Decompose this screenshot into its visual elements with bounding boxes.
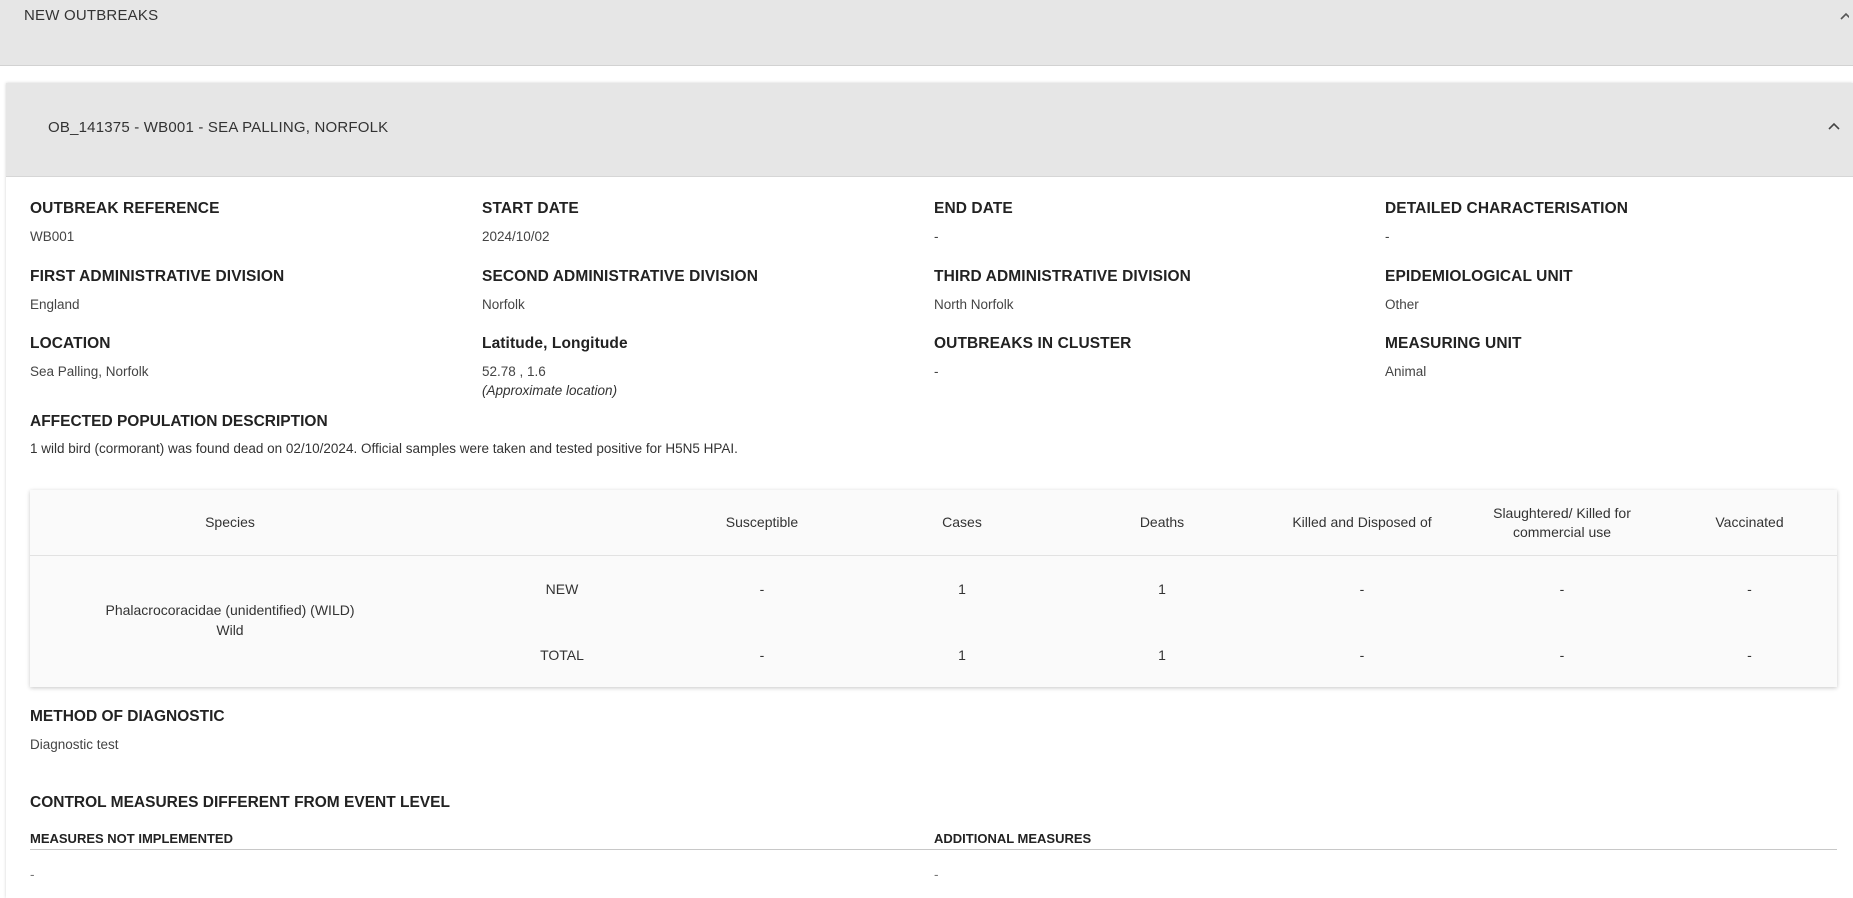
field-value: 2024/10/02: [482, 229, 550, 244]
field-label: OUTBREAK REFERENCE: [30, 200, 220, 217]
table-cell: 1: [1158, 581, 1166, 597]
field-epidemiological-unit: EPIDEMIOLOGICAL UNIT Other: [1385, 268, 1825, 312]
table-cell: 1: [1158, 647, 1166, 663]
chevron-up-icon[interactable]: [1827, 119, 1841, 133]
field-value: WB001: [30, 229, 75, 244]
new-outbreaks-title: NEW OUTBREAKS: [24, 7, 159, 24]
field-value: -: [934, 229, 939, 244]
species-type: Wild: [216, 622, 244, 638]
table-cell: -: [1747, 581, 1752, 597]
field-lat-long: Latitude, Longitude 52.78 , 1.6 (Approxi…: [482, 335, 922, 398]
field-label: DETAILED CHARACTERISATION: [1385, 200, 1629, 217]
field-value: -: [934, 364, 939, 379]
field-value: 52.78 , 1.6: [482, 364, 546, 379]
table-cell: 1: [958, 647, 966, 663]
field-value: North Norfolk: [934, 297, 1014, 312]
population-table: Species Susceptible Cases Deaths Killed …: [30, 490, 1837, 687]
table-header-divider: [30, 555, 1837, 556]
field-third-admin-division: THIRD ADMINISTRATIVE DIVISION North Norf…: [934, 268, 1374, 312]
outbreak-panel-header[interactable]: OB_141375 - WB001 - SEA PALLING, NORFOLK: [6, 83, 1853, 177]
table-cell: -: [1559, 581, 1565, 597]
table-header-vaccinated: Vaccinated: [1715, 514, 1784, 530]
field-label: OUTBREAKS IN CLUSTER: [934, 335, 1132, 352]
table-header-susceptible: Susceptible: [725, 514, 799, 530]
affected-population-label: AFFECTED POPULATION DESCRIPTION: [30, 413, 328, 430]
control-measures-label: CONTROL MEASURES DIFFERENT FROM EVENT LE…: [30, 794, 450, 811]
measures-not-implemented-label: MEASURES NOT IMPLEMENTED: [30, 831, 233, 846]
table-cell: -: [759, 581, 765, 597]
field-location: LOCATION Sea Palling, Norfolk: [30, 335, 470, 379]
table-cell: -: [1359, 647, 1365, 663]
field-label: END DATE: [934, 200, 1013, 217]
field-value: Other: [1385, 297, 1419, 312]
field-value: Norfolk: [482, 297, 525, 312]
table-header-deaths: Deaths: [1139, 514, 1185, 530]
additional-measures-value: -: [934, 867, 939, 882]
new-outbreaks-section-header[interactable]: NEW OUTBREAKS: [0, 0, 1853, 66]
table-cell: -: [1359, 581, 1365, 597]
field-start-date: START DATE 2024/10/02: [482, 200, 922, 244]
outbreak-panel-title: OB_141375 - WB001 - SEA PALLING, NORFOLK: [48, 119, 389, 136]
table-row-label-total: TOTAL: [540, 647, 584, 663]
field-first-admin-division: FIRST ADMINISTRATIVE DIVISION England: [30, 268, 470, 312]
field-value: Animal: [1385, 364, 1427, 379]
table-header-killed-disposed: Killed and Disposed of: [1292, 514, 1432, 530]
field-label: EPIDEMIOLOGICAL UNIT: [1385, 268, 1573, 285]
approximate-location-note: (Approximate location): [482, 383, 618, 398]
additional-measures-label: ADDITIONAL MEASURES: [934, 831, 1092, 846]
method-of-diagnostic-label: METHOD OF DIAGNOSTIC: [30, 708, 225, 725]
field-measuring-unit: MEASURING UNIT Animal: [1385, 335, 1825, 379]
table-cell: 1: [958, 581, 966, 597]
species-name: Phalacrocoracidae (unidentified) (WILD): [105, 602, 355, 618]
field-label: Latitude, Longitude: [482, 335, 628, 352]
field-label: START DATE: [482, 200, 579, 217]
additional-measures-divider: [934, 849, 1837, 850]
measures-not-implemented-divider: [30, 849, 934, 850]
field-label: LOCATION: [30, 335, 111, 352]
field-value: Sea Palling, Norfolk: [30, 364, 149, 379]
field-label: MEASURING UNIT: [1385, 335, 1522, 352]
table-header-cases: Cases: [942, 514, 982, 530]
affected-population-text: 1 wild bird (cormorant) was found dead o…: [30, 441, 738, 456]
field-outbreaks-in-cluster: OUTBREAKS IN CLUSTER -: [934, 335, 1374, 379]
field-value: England: [30, 297, 80, 312]
field-label: FIRST ADMINISTRATIVE DIVISION: [30, 268, 285, 285]
chevron-icon[interactable]: [1839, 10, 1849, 20]
species-cell: Phalacrocoracidae (unidentified) (WILD) …: [30, 600, 430, 640]
method-of-diagnostic-value: Diagnostic test: [30, 737, 119, 752]
table-cell: -: [1559, 647, 1565, 663]
table-header-species: Species: [205, 514, 255, 530]
measures-not-implemented-value: -: [30, 867, 35, 882]
table-row-label-new: NEW: [545, 581, 579, 597]
table-header-slaughtered: Slaughtered/ Killed for commercial use: [1493, 504, 1631, 540]
field-label: THIRD ADMINISTRATIVE DIVISION: [934, 268, 1191, 285]
table-cell: -: [1747, 647, 1752, 663]
table-cell: -: [759, 647, 765, 663]
field-second-admin-division: SECOND ADMINISTRATIVE DIVISION Norfolk: [482, 268, 922, 312]
field-outbreak-reference: OUTBREAK REFERENCE WB001: [30, 200, 470, 244]
field-detailed-characterisation: DETAILED CHARACTERISATION -: [1385, 200, 1825, 244]
field-value: -: [1385, 229, 1390, 244]
field-label: SECOND ADMINISTRATIVE DIVISION: [482, 268, 758, 285]
field-end-date: END DATE -: [934, 200, 1374, 244]
